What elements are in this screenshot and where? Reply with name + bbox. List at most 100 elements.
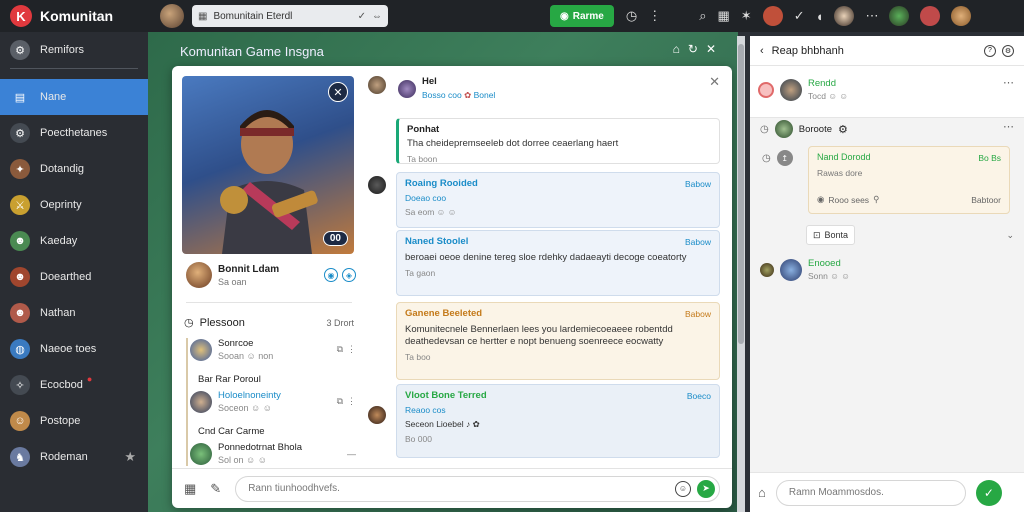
message-avatar[interactable] [368,406,386,424]
header-avatar[interactable] [398,79,416,98]
message-card[interactable]: Ganene Beeleted Babow Komunitecnele Benn… [396,302,720,380]
refresh-icon[interactable]: ↻ [688,42,698,56]
sidebar-item[interactable]: ✧ Ecocbod ● [0,367,148,403]
claw-icon[interactable]: ✶ [741,8,752,24]
sidebar-item[interactable]: ♞ Rodeman ★ [0,439,148,475]
check-icon[interactable]: ✓ [358,11,366,22]
sidebar-item[interactable]: ✦ Dotandig [0,151,148,187]
help-icon[interactable]: ? [984,44,996,57]
sidebar-item[interactable]: ⚙ Poecthetanes [0,115,148,151]
checkmark-icon[interactable]: ✓ [794,8,805,24]
reply-chip[interactable]: ⊡ Bonta [806,225,856,245]
sidebar-item[interactable]: ☻ Doearthed [0,259,148,295]
chip-label: Bonta [824,230,849,240]
emoji-picker-icon[interactable]: ☺ [675,480,691,497]
pencil-icon[interactable]: ✎ [210,481,221,497]
scrollbar[interactable] [737,36,745,512]
list-item[interactable]: ◷ Boroote ⚙ [760,120,848,138]
message-avatar[interactable] [368,176,386,194]
more-vertical-icon[interactable]: ⋮ [347,396,356,407]
sidebar-divider [10,68,138,69]
layout-icon[interactable]: ▦ [184,481,196,497]
minus-icon[interactable]: — [347,449,356,459]
profile-row[interactable]: Bonnit Ldam Sa oan ◉ ◈ [186,262,356,288]
emoji-icon: ♪ ✿ [465,419,480,429]
info-icon[interactable]: ◉ [324,268,338,282]
sidebar-item[interactable]: ☻ Kaeday [0,223,148,259]
item-avatar [190,338,212,361]
message-time: Bo 000 [405,434,432,444]
copy-icon[interactable]: ⧉ [337,344,343,355]
message-card[interactable]: Ponhat Tha cheidepremseeleb dot dorree c… [396,118,720,164]
item-sub: Soceon [218,403,249,413]
pinned-user[interactable]: Rendd Tocd ☺ ☺ ⋯ [750,66,1024,118]
warrior-portrait [220,110,318,254]
close-icon[interactable]: ✕ [706,42,716,56]
emoji-icon: ☺ ☺ [830,271,850,281]
item-sub: Sol on [218,455,244,465]
message-input[interactable]: Rann tiunhoodhvefs. ☺ ➤ [235,475,720,502]
sidebar-item[interactable]: ⚙ Remifors [0,32,148,68]
settings-icon: ⚙ [10,40,30,60]
attach-icon[interactable]: ⌂ [758,485,766,500]
grid-icon[interactable]: ▦ [718,8,730,24]
rarme-button-label: Rarme [572,10,604,22]
friend-avatar-2[interactable] [889,6,910,26]
message-reply[interactable]: Boeco [687,391,711,401]
sidebar-item-label: Doearthed [40,271,92,283]
brand[interactable]: K Komunitan [0,5,150,27]
list-item[interactable]: Enooed Sonn ☺ ☺ [760,258,850,281]
sound-icon[interactable]: ◖ [816,9,824,24]
friend-avatar-4[interactable] [951,6,972,26]
message-card[interactable]: Naned Stoolel Babow beroaei oeoe denine … [396,230,720,296]
sidebar-item[interactable]: ▤ Nane [0,79,148,115]
message-sub: Reaoo cos [405,405,446,415]
message-card[interactable]: Vloot Bone Terred Boeco Reaoo cos Seceon… [396,384,720,458]
search-icon[interactable]: ⌕ [699,8,706,24]
brand-logo: K [10,5,32,27]
user-avatar[interactable] [160,4,184,28]
search-box[interactable]: ▦ Bomunitain Eterdl ✓ ⇔ [192,5,388,27]
sidebar-item[interactable]: ☻ Nathan [0,295,148,331]
sidebar-item[interactable]: ⚔ Oeprinty [0,187,148,223]
list-item[interactable]: Ponnedotrnat Bhola Sol on ☺ ☺ — [190,442,356,465]
collapse-icon[interactable]: ⇔ [372,11,382,22]
friend-avatar[interactable] [834,6,855,26]
game-badge-icon[interactable] [762,6,783,26]
sidebar-item[interactable]: ☺ Postope [0,403,148,439]
home-icon[interactable]: ⌂ [673,42,680,56]
hero-mute-icon[interactable]: ✕ [328,82,348,102]
more-icon[interactable]: ⋯ [1003,76,1014,89]
clock-icon[interactable]: ◷ [626,8,637,24]
message-reply[interactable]: Babow [685,179,711,189]
copy-icon[interactable]: ⧉ [337,396,343,407]
profile-avatar[interactable] [186,262,212,288]
sidebar-item[interactable]: ◍ Naeoe toes [0,331,148,367]
list-item[interactable]: Sonrcoe Sooan ☺ non ⧉ ⋮ [190,338,356,361]
user-avatar[interactable] [780,78,802,101]
card-right[interactable]: Bo Bs [978,153,1001,163]
chevron-down-icon[interactable]: ⌄ [1006,230,1014,241]
settings-icon[interactable]: ⚙ [1002,44,1014,57]
more-vertical-icon[interactable]: ⋮ [347,344,356,355]
message-card[interactable]: Roaing Rooided Babow Doeao coo Sa eom ☺ … [396,172,720,228]
list-item[interactable]: Holoelnoneinty Soceon ☺ ☺ ⧉ ⋮ [190,390,356,413]
right-message-input[interactable]: Ramn Moammosdos. [775,479,966,506]
scroll-thumb[interactable] [738,44,744,344]
more-icon[interactable]: ⋯ [1003,120,1014,133]
message-reply[interactable]: Babow [685,237,711,247]
send-icon[interactable]: ➤ [697,479,715,498]
more-vertical-icon[interactable]: ⋮ [648,8,661,24]
share-icon[interactable]: ◈ [342,268,356,282]
message-reply[interactable]: Babow [685,309,711,319]
clock-icon: ◷ [184,317,194,329]
back-icon[interactable]: ‹ [760,45,764,57]
thread-card[interactable]: Nand Dorodd Bo Bs Rawas dore ◉ Rooo sees ⚲… [808,146,1010,214]
star-icon[interactable]: ★ [124,449,136,465]
send-button[interactable]: ✓ [975,479,1002,506]
search-input[interactable]: Bomunitain Eterdl [213,11,351,22]
more-icon[interactable]: ⋯ [865,8,878,24]
message-avatar[interactable] [368,76,386,94]
rarme-button[interactable]: ◉ Rarme [550,5,614,27]
friend-avatar-3[interactable] [920,6,941,26]
